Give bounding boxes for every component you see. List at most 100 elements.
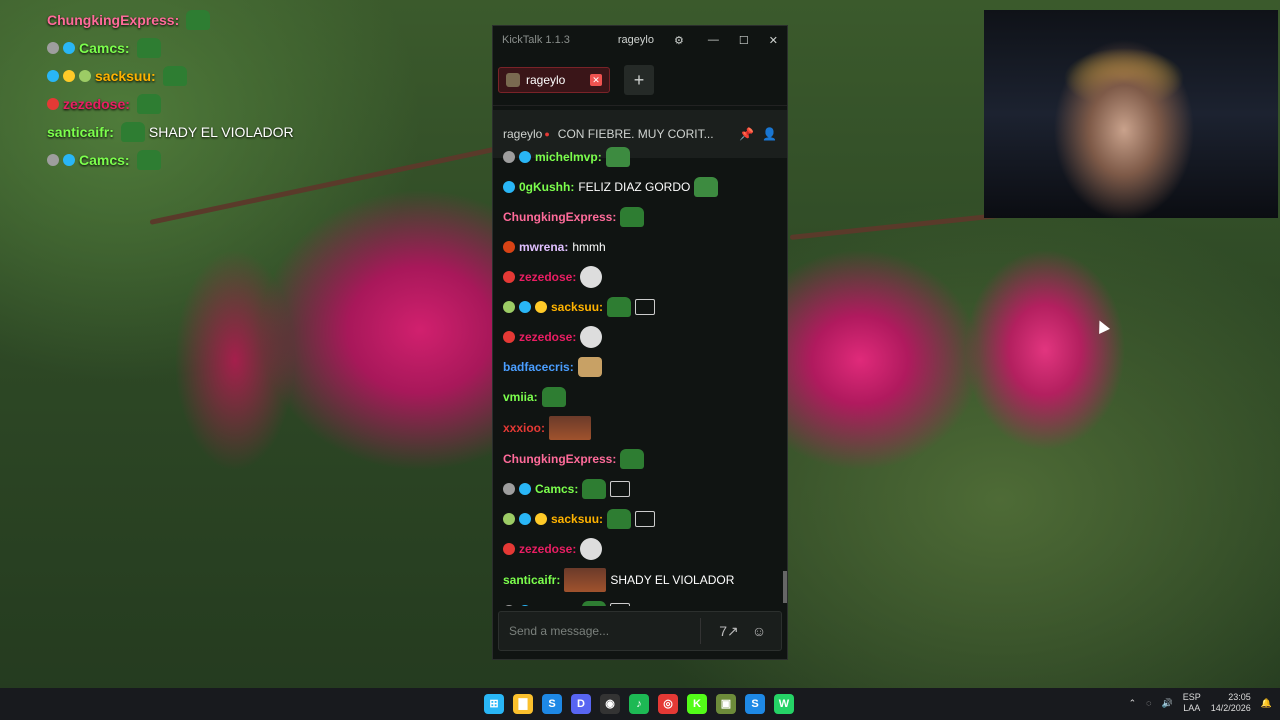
chat-message[interactable]: mwrena: hmmh (503, 236, 779, 258)
emote-emote-icon (582, 601, 607, 606)
add-tab-button[interactable]: + (624, 64, 654, 95)
emote-picker-icon[interactable]: ☺ (747, 623, 771, 639)
user-badge-icon (79, 70, 91, 82)
user-badge-icon (519, 513, 531, 525)
chat-message[interactable]: michelmvp: (503, 146, 779, 168)
emote-emote-icon (541, 387, 566, 407)
photo-emote-icon (549, 416, 592, 440)
chat-username[interactable]: ChungkingExpress: (503, 210, 616, 224)
stream-chat-overlay: ChungkingExpress: Camcs: sacksuu: zezedose:… (47, 6, 367, 174)
chat-message[interactable]: sacksuu: (503, 296, 779, 318)
chat-message[interactable]: xxxioo: (503, 416, 779, 440)
obs-icon[interactable]: ◉ (600, 694, 620, 714)
stream-channel-name[interactable]: rageylo (503, 127, 542, 141)
emote-icon (136, 38, 161, 58)
system-tray: ⌃ ◌ 🔊 ESP LAA 23:05 14/2/2026 🔔 (1129, 692, 1272, 714)
language-indicator[interactable]: ESP LAA (1183, 692, 1201, 714)
chat-username[interactable]: ChungkingExpress: (503, 452, 616, 466)
close-button[interactable]: ✕ (769, 34, 778, 47)
chat-message[interactable]: zezedose: (503, 266, 779, 288)
sketch-emote-icon (610, 481, 631, 497)
chat-username[interactable]: michelmvp: (535, 150, 602, 164)
steam-icon[interactable]: S (542, 694, 562, 714)
overlay-chat-line: sacksuu: (47, 62, 367, 90)
chat-username[interactable]: zezedose: (519, 270, 576, 284)
user-badge-icon (519, 605, 531, 606)
whatsapp-icon[interactable]: W (774, 694, 794, 714)
windows-start-icon[interactable]: ⊞ (484, 694, 504, 714)
volume-icon[interactable]: 🔊 (1162, 698, 1173, 709)
discord-icon[interactable]: D (571, 694, 591, 714)
user-badge-icon (503, 301, 515, 313)
chat-message[interactable]: santicaifr: SHADY EL VIOLADOR (503, 568, 779, 592)
minecraft-icon[interactable]: ▣ (716, 694, 736, 714)
mouse-cursor-icon (1094, 318, 1110, 334)
user-badge-icon (503, 605, 515, 606)
sketch-emote-icon (635, 299, 656, 315)
emote-icon (564, 568, 607, 592)
chat-username[interactable]: xxxioo: (503, 421, 545, 435)
chat-username[interactable]: mwrena: (519, 240, 568, 254)
overlay-username: sacksuu: (95, 68, 156, 84)
chat-username[interactable]: santicaifr: (503, 573, 560, 587)
chat-message[interactable]: zezedose: (503, 538, 779, 560)
chat-message[interactable]: sacksuu: (503, 508, 779, 530)
chrome-icon[interactable]: ◎ (658, 694, 678, 714)
chat-messages[interactable]: michelmvp: 0gKushh: FELIZ DIAZ GORDO Chungk… (493, 146, 789, 606)
user-badge-icon (519, 483, 531, 495)
pin-icon[interactable]: 📌 (739, 127, 754, 141)
chat-username[interactable]: Camcs: (535, 482, 578, 496)
emote-icon (136, 94, 161, 114)
webcam-feed (984, 10, 1278, 218)
network-icon[interactable]: ◌ (1146, 698, 1151, 708)
chat-username[interactable]: sacksuu: (551, 300, 603, 314)
chat-message[interactable]: Camcs: (503, 600, 779, 606)
chat-message[interactable]: badfacecris: (503, 356, 779, 378)
clock[interactable]: 23:05 14/2/2026 (1211, 692, 1251, 714)
user-badge-icon (503, 181, 515, 193)
file-explorer-icon[interactable]: ▇ (513, 694, 533, 714)
overlay-username: santicaifr: (47, 124, 114, 140)
gear-icon[interactable]: ⚙ (674, 34, 684, 47)
overlay-username: Camcs: (79, 152, 130, 168)
overlay-chat-line: Camcs: (47, 34, 367, 62)
maximize-button[interactable]: ☐ (739, 34, 749, 47)
tab-rageylo[interactable]: rageylo ✕ (498, 66, 610, 93)
kick-icon[interactable]: K (687, 694, 707, 714)
emote-emote-icon (607, 509, 632, 529)
channel-avatar (506, 72, 520, 87)
chat-username[interactable]: vmiia: (503, 390, 538, 404)
close-tab-icon[interactable]: ✕ (590, 73, 602, 86)
chat-username[interactable]: sacksuu: (551, 512, 603, 526)
steam2-icon[interactable]: S (745, 694, 765, 714)
chat-message[interactable]: 0gKushh: FELIZ DIAZ GORDO (503, 176, 779, 198)
spotify-icon[interactable]: ♪ (629, 694, 649, 714)
notification-bell-icon[interactable]: 🔔 (1261, 698, 1272, 709)
user-badge-icon (503, 241, 515, 253)
chat-message[interactable]: ChungkingExpress: (503, 448, 779, 470)
emote-icon (136, 150, 161, 170)
chat-message[interactable]: zezedose: (503, 326, 779, 348)
current-user[interactable]: rageylo (618, 34, 654, 46)
user-icon[interactable]: 👤 (762, 127, 777, 141)
chevron-up-icon[interactable]: ⌃ (1129, 698, 1137, 709)
chat-message[interactable]: vmiia: (503, 386, 779, 408)
user-badge-icon (503, 513, 515, 525)
user-badge-icon (47, 154, 59, 166)
chat-message[interactable]: Camcs: (503, 478, 779, 500)
chat-username[interactable]: zezedose: (519, 542, 576, 556)
chat-scrollbar[interactable] (783, 571, 787, 603)
minimize-button[interactable]: — (708, 34, 719, 47)
chat-username[interactable]: zezedose: (519, 330, 576, 344)
frog-emote-icon (605, 147, 630, 167)
chat-username[interactable]: Camcs: (535, 604, 578, 606)
message-input[interactable] (509, 624, 690, 638)
chat-message-text: FELIZ DIAZ GORDO (578, 180, 691, 194)
chat-message[interactable]: ChungkingExpress: (503, 206, 779, 228)
chat-username[interactable]: 0gKushh: (519, 180, 574, 194)
translate-icon[interactable]: 7↗ (717, 623, 741, 640)
overlay-message-text: SHADY EL VIOLADOR (148, 124, 294, 140)
chat-username[interactable]: badfacecris: (503, 360, 574, 374)
user-badge-icon (535, 513, 547, 525)
live-indicator-icon: ● (544, 129, 550, 139)
